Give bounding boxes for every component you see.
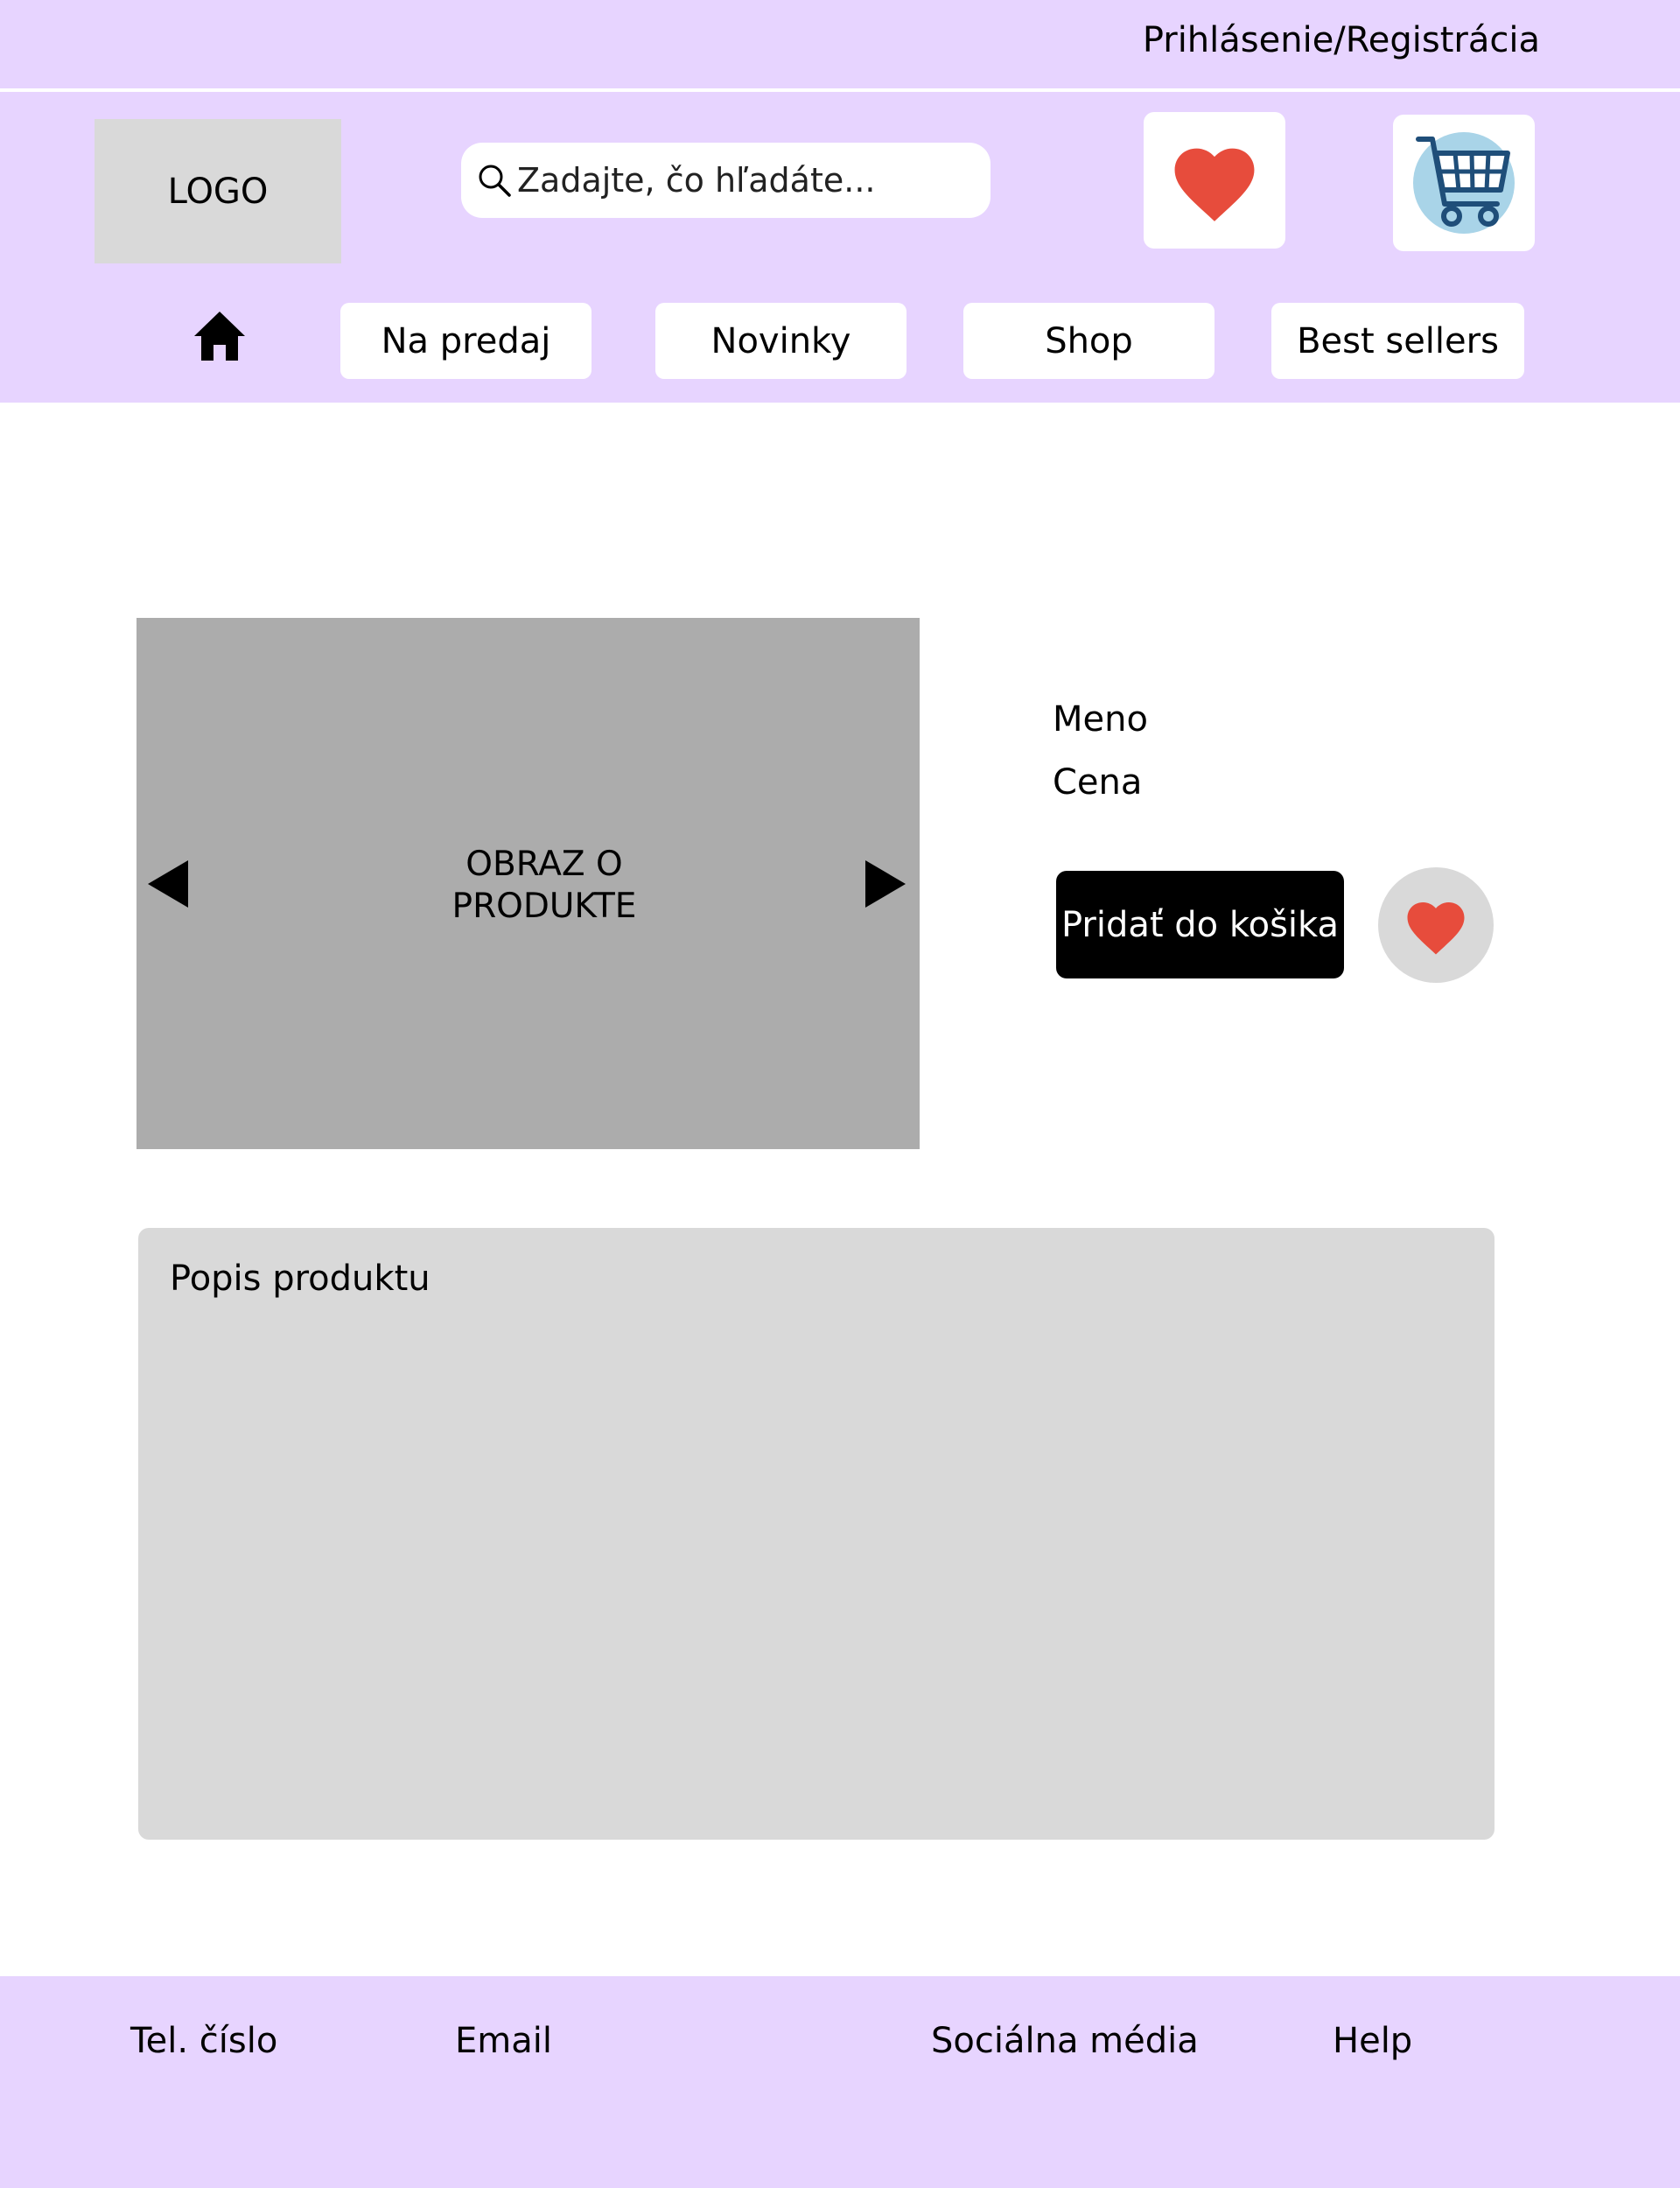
search-icon [479, 165, 511, 197]
search-bar[interactable] [461, 143, 990, 218]
product-description-panel: Popis produktu [138, 1228, 1494, 1840]
footer: Tel. číslo Email Sociálna média Help [0, 1976, 1680, 2188]
footer-social-media-link[interactable]: Sociálna média [931, 2020, 1199, 2062]
product-price: Cena [1053, 762, 1143, 803]
nav-shop[interactable]: Shop [963, 303, 1214, 379]
shopping-cart-icon [1413, 132, 1515, 234]
login-register-link[interactable]: Prihlásenie/Registrácia [1143, 19, 1540, 61]
home-icon [194, 312, 245, 361]
product-description-title: Popis produktu [170, 1259, 430, 1299]
footer-email-link[interactable]: Email [455, 2020, 552, 2062]
footer-help-link[interactable]: Help [1333, 2020, 1412, 2062]
logo-text: LOGO [167, 171, 269, 212]
logo[interactable]: LOGO [94, 119, 341, 263]
image-label-line-1: OBRAZ O [466, 845, 623, 884]
arrow-left-icon [148, 860, 188, 908]
nav-best-sellers[interactable]: Best sellers [1271, 303, 1524, 379]
search-input[interactable] [517, 161, 990, 200]
nav-new-arrivals[interactable]: Novinky [655, 303, 906, 379]
carousel-next-button[interactable] [864, 860, 907, 911]
arrow-right-icon [865, 860, 906, 908]
add-to-favorites-button[interactable] [1378, 867, 1494, 983]
heart-icon [1174, 148, 1255, 221]
carousel-prev-button[interactable] [146, 860, 190, 911]
product-name: Meno [1053, 699, 1148, 740]
add-to-cart-button[interactable]: Pridať do košika [1056, 871, 1344, 978]
cart-button[interactable] [1393, 115, 1535, 251]
header-divider [0, 88, 1680, 92]
home-button[interactable] [192, 310, 247, 362]
footer-phone-link[interactable]: Tel. číslo [130, 2020, 277, 2062]
product-image-carousel: OBRAZ O PRODUKTE [136, 618, 920, 1149]
heart-icon [1407, 902, 1465, 955]
image-label-line-2: PRODUKTE [452, 887, 637, 926]
product-image-placeholder-label: OBRAZ O PRODUKTE [136, 844, 952, 928]
nav-for-sale[interactable]: Na predaj [340, 303, 592, 379]
wishlist-button[interactable] [1144, 112, 1285, 249]
header: Prihlásenie/Registrácia LOGO Zadajte, čo… [0, 0, 1680, 403]
